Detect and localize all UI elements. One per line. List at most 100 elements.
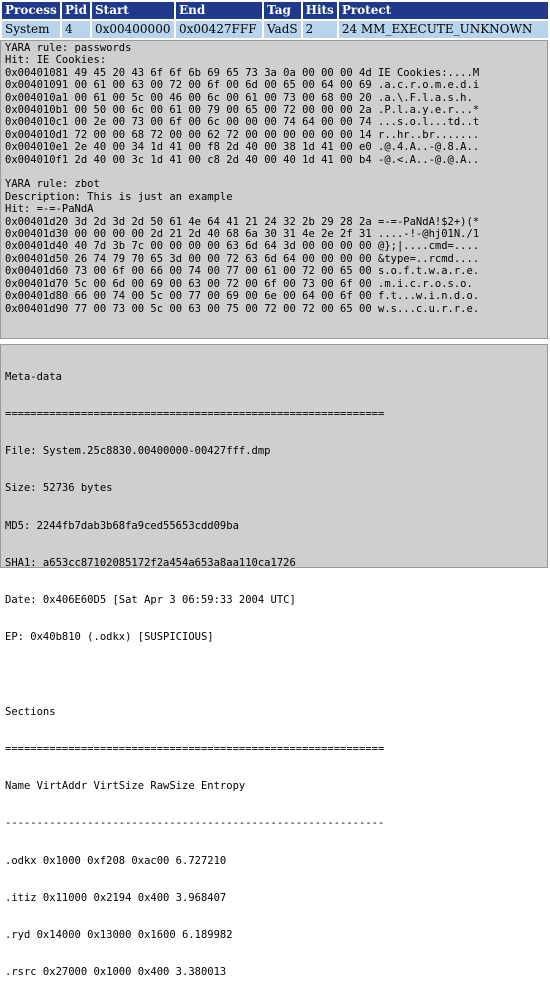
hex-address: 0x00401d40 <box>5 240 69 253</box>
cell-process: System <box>2 21 60 38</box>
metadata-md5: MD5: 2244fb7dab3b68fa9ced55653cdd09ba <box>5 519 239 532</box>
hex-address: 0x00401d70 <box>5 277 69 290</box>
cell-tag: VadS <box>263 21 301 38</box>
hex-bytes: 26 74 79 70 65 3d 00 00 72 63 6d 64 00 0… <box>74 252 372 265</box>
hexdump-row: 0x004010b1 00 50 00 6c 00 61 00 79 00 65… <box>5 104 547 116</box>
hex-ascii: s.o.f.t.w.a.r.e. <box>378 265 480 278</box>
hex-bytes: 00 61 00 63 00 72 00 6f 00 6d 00 65 00 6… <box>74 79 372 92</box>
cell-pid: 4 <box>62 21 90 38</box>
hex-address: 0x00401d90 <box>5 302 69 315</box>
hex-ascii: IE Cookies:....M <box>378 66 480 79</box>
volshell-report: Process Pid Start End Tag Hits Protect S… <box>0 0 550 978</box>
hex-ascii: ...s.o.l...td..t <box>378 116 480 129</box>
hexdump-row: 0x00401d70 5c 00 6d 00 69 00 63 00 72 00… <box>5 278 547 290</box>
metadata-file: File: System.25c8830.00400000-00427fff.d… <box>5 445 271 458</box>
section-row: .ryd 0x14000 0x13000 0x1600 6.189982 <box>5 929 233 942</box>
column-header-end: End <box>175 2 262 19</box>
hex-bytes: 00 2e 00 73 00 6f 00 6c 00 00 00 74 64 0… <box>74 116 372 129</box>
hex-address: 0x00401d50 <box>5 252 69 265</box>
column-header-process: Process <box>2 2 60 19</box>
column-header-protect: Protect <box>338 2 548 19</box>
table-row: System 4 0x00400000 0x00427FFF VadS 2 24… <box>2 21 548 38</box>
section-row: .rsrc 0x27000 0x1000 0x400 3.380013 <box>5 966 227 979</box>
hex-ascii: -@.<.A..-@.@.A.. <box>378 153 480 166</box>
hex-bytes: 00 50 00 6c 00 61 00 79 00 65 00 72 00 0… <box>74 104 372 117</box>
hexdump-row: 0x004010c1 00 2e 00 73 00 6f 00 6c 00 00… <box>5 116 547 128</box>
hexdump-row: 0x00401d20 3d 2d 3d 2d 50 61 4e 64 41 21… <box>5 216 547 228</box>
yara-hit-label: Hit: IE Cookies: <box>5 54 107 67</box>
yara-hits-text: YARA rule: passwords Hit: IE Cookies: 0x00… <box>1 41 547 315</box>
hex-bytes: 40 7d 3b 7c 00 00 00 00 63 6d 64 3d 00 0… <box>74 240 372 253</box>
hex-bytes: 5c 00 6d 00 69 00 63 00 72 00 6f 00 73 0… <box>74 277 372 290</box>
metadata-text: Meta-data ==============================… <box>1 345 547 1003</box>
sections-header: Name VirtAddr VirtSize RawSize Entropy <box>5 780 246 793</box>
hex-ascii: .a.c.r.o.m.e.d.i <box>378 79 480 92</box>
hex-address: 0x00401d80 <box>5 290 69 303</box>
sections-separator-top: ========================================… <box>5 742 385 755</box>
section-row: .itiz 0x11000 0x2194 0x400 3.968407 <box>5 891 227 904</box>
hex-bytes: 2e 40 00 34 1d 41 00 f8 2d 40 00 38 1d 4… <box>74 141 372 154</box>
hex-ascii: ....-!-@hj01N./1 <box>378 228 480 241</box>
hex-ascii: .P.l.a.y.e.r...* <box>378 104 480 117</box>
hex-ascii: .@.4.A..-@.8.A.. <box>378 141 480 154</box>
hex-bytes: 00 00 00 00 2d 21 2d 40 68 6a 30 31 4e 2… <box>74 228 372 241</box>
hexdump-row: 0x004010d1 72 00 00 68 72 00 00 62 72 00… <box>5 129 547 141</box>
hexdump-row: 0x00401d90 77 00 73 00 5c 00 63 00 75 00… <box>5 303 547 315</box>
hex-ascii: &type=..rcmd.... <box>378 252 480 265</box>
hex-address: 0x004010d1 <box>5 128 69 141</box>
hex-bytes: 3d 2d 3d 2d 50 61 4e 64 41 21 24 32 2b 2… <box>74 215 372 228</box>
hexdump-row: 0x004010f1 2d 40 00 3c 1d 41 00 c8 2d 40… <box>5 154 547 166</box>
metadata-entry-point: EP: 0x40b810 (.odkx) [SUSPICIOUS] <box>5 631 214 644</box>
hex-ascii: r..hr..br....... <box>378 128 480 141</box>
hex-bytes: 72 00 00 68 72 00 00 62 72 00 00 00 00 0… <box>74 128 372 141</box>
hexdump-row: 0x00401d80 66 00 74 00 5c 00 77 00 69 00… <box>5 290 547 302</box>
column-header-hits: Hits <box>302 2 337 19</box>
yara-rule-name: YARA rule: zbot <box>5 178 100 191</box>
hex-address: 0x004010c1 <box>5 116 69 129</box>
hex-address: 0x00401d20 <box>5 215 69 228</box>
hexdump-row: 0x00401d30 00 00 00 00 2d 21 2d 40 68 6a… <box>5 228 547 240</box>
hex-bytes: 00 61 00 5c 00 46 00 6c 00 61 00 73 00 6… <box>74 91 372 104</box>
hex-ascii: .m.i.c.r.o.s.o. <box>378 277 473 290</box>
sections-heading: Sections <box>5 705 56 718</box>
vad-table-header: Process Pid Start End Tag Hits Protect <box>2 2 548 19</box>
hexdump-row: 0x004010e1 2e 40 00 34 1d 41 00 f8 2d 40… <box>5 141 547 153</box>
cell-start: 0x00400000 <box>91 21 174 38</box>
section-row: .odkx 0x1000 0xf208 0xac00 6.727210 <box>5 854 227 867</box>
hex-ascii: =-=-PaNdA!$2+)(* <box>378 215 480 228</box>
cell-hits: 2 <box>302 21 337 38</box>
yara-hits-panel: YARA rule: passwords Hit: IE Cookies: 0x00… <box>0 40 548 339</box>
cell-end: 0x00427FFF <box>175 21 262 38</box>
hexdump-row: 0x00401081 49 45 20 43 6f 6f 6b 69 65 73… <box>5 67 547 79</box>
column-header-tag: Tag <box>263 2 301 19</box>
hexdump-row: 0x004010a1 00 61 00 5c 00 46 00 6c 00 61… <box>5 92 547 104</box>
hex-bytes: 77 00 73 00 5c 00 63 00 75 00 72 00 72 0… <box>74 302 372 315</box>
hex-address: 0x00401d60 <box>5 265 69 278</box>
metadata-heading: Meta-data <box>5 370 62 383</box>
hex-ascii: @};|....cmd=.... <box>378 240 480 253</box>
hex-address: 0x004010b1 <box>5 104 69 117</box>
column-header-pid: Pid <box>62 2 90 19</box>
sections-separator-bottom: ----------------------------------------… <box>5 817 385 830</box>
column-header-start: Start <box>91 2 174 19</box>
metadata-date: Date: 0x406E60D5 [Sat Apr 3 06:59:33 200… <box>5 594 296 607</box>
hex-ascii: f.t...w.i.n.d.o. <box>378 290 480 303</box>
hex-ascii: .a.\.F.l.a.s.h. <box>378 91 480 104</box>
metadata-size: Size: 52736 bytes <box>5 482 113 495</box>
hex-bytes: 2d 40 00 3c 1d 41 00 c8 2d 40 00 40 1d 4… <box>74 153 372 166</box>
hexdump-row: 0x00401091 00 61 00 63 00 72 00 6f 00 6d… <box>5 79 547 91</box>
hex-address: 0x004010a1 <box>5 91 69 104</box>
hexdump-row: 0x00401d60 73 00 6f 00 66 00 74 00 77 00… <box>5 265 547 277</box>
yara-rule-name: YARA rule: passwords <box>5 42 132 54</box>
hex-address: 0x004010f1 <box>5 153 69 166</box>
hex-address: 0x004010e1 <box>5 141 69 154</box>
yara-hit-label: Hit: =-=-PaNdA <box>5 203 94 216</box>
metadata-sha1: SHA1: a653cc87102085172f2a454a653a8aa110… <box>5 556 296 569</box>
cell-protect: 24 MM_EXECUTE_UNKNOWN <box>338 21 548 38</box>
hex-address: 0x00401091 <box>5 79 69 92</box>
vad-table: Process Pid Start End Tag Hits Protect S… <box>0 0 550 40</box>
metadata-separator: ========================================… <box>5 408 385 421</box>
hex-ascii: w.s...c.u.r.r.e. <box>378 302 480 315</box>
